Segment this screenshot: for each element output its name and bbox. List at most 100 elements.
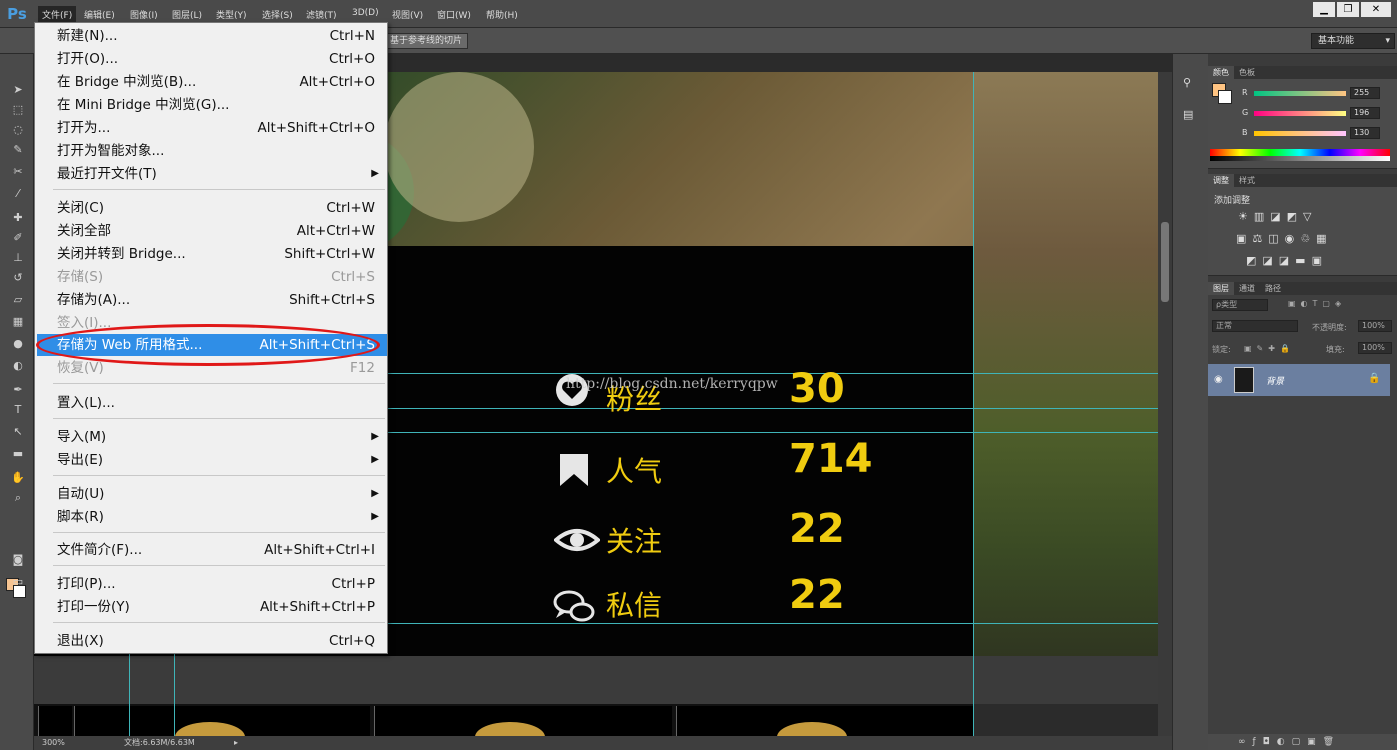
panel-icon-dock: ⚲ ▤ <box>1172 54 1208 750</box>
red-value[interactable]: 255 <box>1350 87 1380 99</box>
menu-view[interactable]: 视图(V) <box>392 8 423 21</box>
zoom-level[interactable]: 300% <box>42 736 65 750</box>
menu-new[interactable]: 新建(N)... Ctrl+N <box>37 25 387 47</box>
blue-value[interactable]: 130 <box>1350 127 1380 139</box>
menu-print-one[interactable]: 打印一份(Y) Alt+Shift+Ctrl+P <box>37 596 387 618</box>
visibility-eye-icon[interactable]: ◉ <box>1214 374 1223 385</box>
menu-select[interactable]: 选择(S) <box>262 8 293 21</box>
green-value[interactable]: 196 <box>1350 107 1380 119</box>
gradient-tool-icon[interactable]: ▦ <box>10 314 26 330</box>
dodge-tool-icon[interactable]: ◐ <box>10 358 26 374</box>
red-slider[interactable]: R 255 <box>1242 87 1392 100</box>
blur-tool-icon[interactable]: ● <box>10 336 26 352</box>
move-tool-icon[interactable]: ➤ <box>10 82 26 98</box>
quick-mask-icon[interactable]: ◙ <box>10 552 26 568</box>
screen-mode-icon[interactable]: ▭ <box>10 574 26 590</box>
menu-edit[interactable]: 编辑(E) <box>84 8 115 21</box>
type-tool-icon[interactable]: T <box>10 402 26 418</box>
vertical-scroll-thumb[interactable] <box>1161 222 1169 302</box>
workspace-select[interactable]: 基本功能 <box>1311 33 1395 49</box>
quick-select-tool-icon[interactable]: ✎ <box>10 142 26 158</box>
menu-print[interactable]: 打印(P)... Ctrl+P <box>37 573 387 595</box>
color-panel-tabs: 颜色 色板 <box>1208 66 1397 79</box>
menu-import[interactable]: 导入(M) ▶ <box>37 426 387 448</box>
layer-row-background[interactable]: ◉ 背景 🔒 <box>1208 364 1390 396</box>
menu-type[interactable]: 类型(Y) <box>216 8 247 21</box>
zoom-tool-icon[interactable]: ⌕ <box>10 490 26 506</box>
slice-tool-icon[interactable]: ✂ <box>10 164 26 180</box>
window-controls: ▁ ❐ ✕ <box>1311 2 1391 17</box>
menu-close-go-bridge[interactable]: 关闭并转到 Bridge... Shift+Ctrl+W <box>37 243 387 265</box>
layers-footer-icons[interactable]: ∞ƒ◘◐▢▣🗑 <box>1208 734 1397 750</box>
menu-save[interactable]: 存储(S) Ctrl+S <box>37 266 387 288</box>
bookmark-icon <box>560 454 588 486</box>
restore-button[interactable]: ❐ <box>1337 2 1359 17</box>
vertical-scrollbar[interactable] <box>1158 72 1172 736</box>
menu-automate[interactable]: 自动(U) ▶ <box>37 483 387 505</box>
hand-tool-icon[interactable]: ✋ <box>10 470 26 486</box>
menu-3d[interactable]: 3D(D) <box>352 8 379 18</box>
blend-mode-select[interactable]: 正常 <box>1212 320 1298 332</box>
green-slider[interactable]: G 196 <box>1242 107 1392 120</box>
shape-tool-icon[interactable]: ▬ <box>10 446 26 462</box>
opacity-field[interactable]: 100% <box>1358 320 1392 332</box>
adjustment-icons-row-1[interactable]: ☀▥◪◩▽ <box>1238 210 1318 223</box>
menu-scripts[interactable]: 脚本(R) ▶ <box>37 506 387 528</box>
tab-color[interactable]: 颜色 <box>1208 66 1234 79</box>
fill-field[interactable]: 100% <box>1358 342 1392 354</box>
menu-browse-bridge[interactable]: 在 Bridge 中浏览(B)... Alt+Ctrl+O <box>37 71 387 93</box>
eyedropper-tool-icon[interactable]: ⁄ <box>10 186 26 202</box>
healing-tool-icon[interactable]: ✚ <box>10 210 26 226</box>
close-button[interactable]: ✕ <box>1361 2 1391 17</box>
menu-place[interactable]: 置入(L)... <box>37 392 387 414</box>
tab-adjustments[interactable]: 调整 <box>1208 174 1234 187</box>
menu-filter[interactable]: 滤镜(T) <box>306 8 337 21</box>
menu-separator <box>53 383 385 384</box>
menu-exit[interactable]: 退出(X) Ctrl+Q <box>37 630 387 652</box>
marquee-tool-icon[interactable]: ⬚ <box>10 102 26 118</box>
menu-save-as[interactable]: 存储为(A)... Shift+Ctrl+S <box>37 289 387 311</box>
menu-help[interactable]: 帮助(H) <box>486 8 518 21</box>
stamp-tool-icon[interactable]: ⊥ <box>10 250 26 266</box>
menu-open[interactable]: 打开(O)... Ctrl+O <box>37 48 387 70</box>
pen-tool-icon[interactable]: ✒ <box>10 382 26 398</box>
menu-layer[interactable]: 图层(L) <box>172 8 202 21</box>
layer-filter-icons[interactable]: ▣◐T▢◈ <box>1288 299 1346 308</box>
menu-open-as[interactable]: 打开为... Alt+Shift+Ctrl+O <box>37 117 387 139</box>
adjustment-icons-row-3[interactable]: ◩◪◪▬▣ <box>1246 254 1328 267</box>
menu-export[interactable]: 导出(E) ▶ <box>37 449 387 471</box>
path-select-tool-icon[interactable]: ↖ <box>10 424 26 440</box>
menu-browse-mini-bridge[interactable]: 在 Mini Bridge 中浏览(G)... <box>37 94 387 116</box>
menu-image[interactable]: 图像(I) <box>130 8 158 21</box>
color-spectrum[interactable] <box>1210 149 1390 161</box>
tab-styles[interactable]: 样式 <box>1234 174 1260 187</box>
guide-vertical[interactable] <box>973 72 974 736</box>
history-brush-tool-icon[interactable]: ↺ <box>10 270 26 286</box>
adjustment-icons-row-2[interactable]: ▣⚖◫◉♲▦ <box>1236 232 1333 245</box>
eraser-tool-icon[interactable]: ▱ <box>10 292 26 308</box>
lasso-tool-icon[interactable]: ◌ <box>10 122 26 138</box>
menu-open-smart-object[interactable]: 打开为智能对象... <box>37 140 387 162</box>
menu-close[interactable]: 关闭(C) Ctrl+W <box>37 197 387 219</box>
thumb-2 <box>74 706 370 750</box>
layer-name[interactable]: 背景 <box>1266 374 1284 387</box>
tab-layers[interactable]: 图层 <box>1208 282 1234 295</box>
menu-file-info[interactable]: 文件简介(F)... Alt+Shift+Ctrl+I <box>37 539 387 561</box>
slices-from-guides-button[interactable]: 基于参考线的切片 <box>384 33 469 49</box>
blue-slider[interactable]: B 130 <box>1242 127 1392 140</box>
color-bg-chip[interactable] <box>1218 90 1232 104</box>
lock-icons[interactable]: ▣✎✚🔒 <box>1244 344 1295 353</box>
menu-open-recent[interactable]: 最近打开文件(T) ▶ <box>37 163 387 185</box>
menu-window[interactable]: 窗口(W) <box>437 8 471 21</box>
minimize-button[interactable]: ▁ <box>1313 2 1335 17</box>
menu-close-all[interactable]: 关闭全部 Alt+Ctrl+W <box>37 220 387 242</box>
brush-tool-icon[interactable]: ✐ <box>10 230 26 246</box>
status-arrow-icon[interactable]: ▸ <box>234 736 238 750</box>
menu-file[interactable]: 文件(F) <box>38 6 77 23</box>
properties-icon[interactable]: ▤ <box>1183 108 1197 122</box>
tab-channels[interactable]: 通道 <box>1234 282 1260 295</box>
tab-paths[interactable]: 路径 <box>1260 282 1286 295</box>
layer-filter-select[interactable]: ρ类型 <box>1212 299 1268 311</box>
history-icon[interactable]: ⚲ <box>1183 76 1197 90</box>
tab-swatches[interactable]: 色板 <box>1234 66 1260 79</box>
